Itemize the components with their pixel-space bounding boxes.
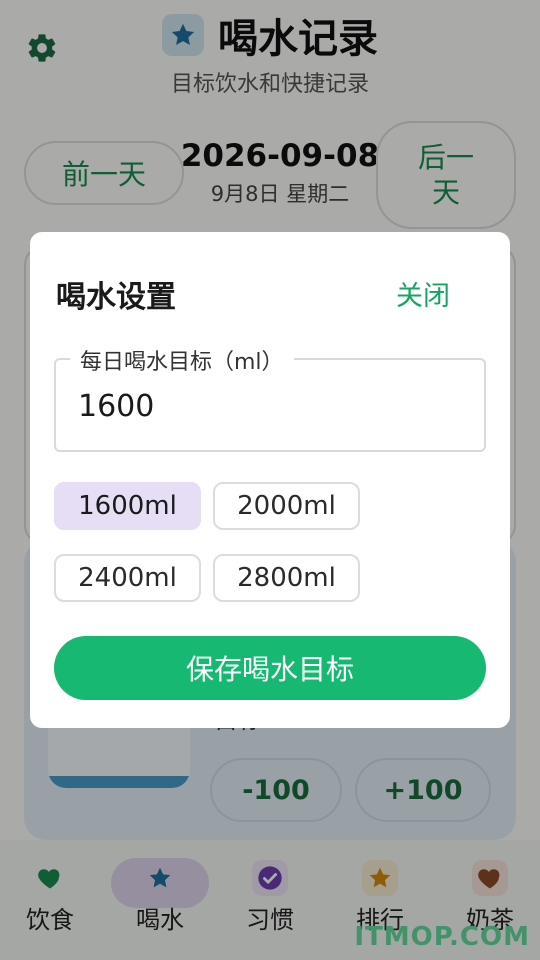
daily-goal-input[interactable] xyxy=(78,386,458,426)
dialog-title: 喝水设置 xyxy=(56,280,176,315)
close-button[interactable]: 关闭 xyxy=(396,274,450,313)
preset-2400-button[interactable]: 2400ml xyxy=(54,554,201,602)
save-goal-button[interactable]: 保存喝水目标 xyxy=(54,636,486,700)
daily-goal-field[interactable]: 每日喝水目标（ml） xyxy=(54,344,486,452)
preset-2800-button[interactable]: 2800ml xyxy=(213,554,360,602)
preset-1600-button[interactable]: 1600ml xyxy=(54,482,201,530)
daily-goal-label: 每日喝水目标（ml） xyxy=(70,344,294,376)
preset-2000-button[interactable]: 2000ml xyxy=(213,482,360,530)
water-settings-dialog: 喝水设置 关闭 每日喝水目标（ml） 1600ml 2000ml 2400ml … xyxy=(30,232,510,728)
